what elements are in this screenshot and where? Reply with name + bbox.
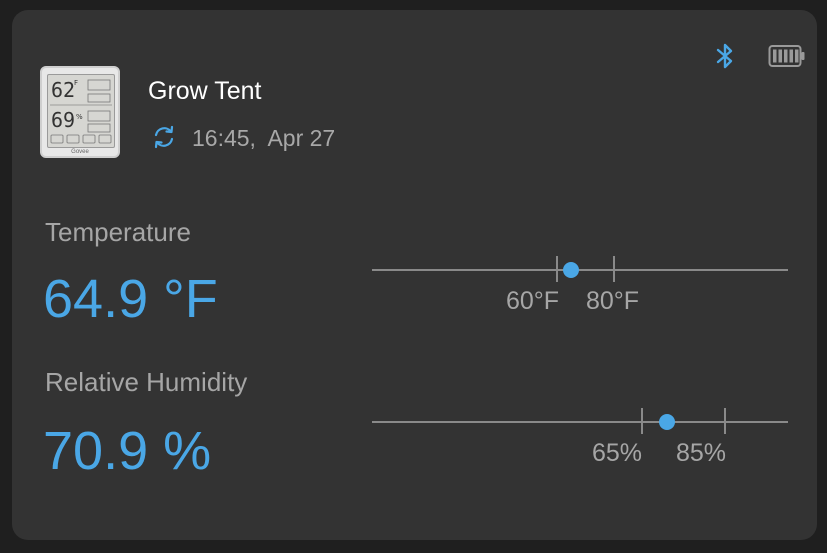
range-low-label: 60°F (506, 287, 560, 315)
temperature-range-bar: 60°F 80°F (372, 256, 788, 315)
device-screen: 62 F 69 % (47, 74, 115, 148)
sync-icon[interactable] (150, 123, 178, 151)
device-image: 62 F 69 % Govee (40, 66, 120, 158)
device-name[interactable]: Grow Tent (148, 77, 261, 106)
current-value-marker (659, 414, 675, 430)
range-track (372, 269, 788, 271)
range-high-label: 80°F (586, 287, 640, 315)
range-low-label: 65% (592, 439, 643, 467)
bluetooth-icon (716, 43, 733, 69)
battery-icon (768, 45, 805, 67)
svg-text:62: 62 (51, 78, 75, 102)
current-value-marker (563, 262, 579, 278)
humidity-range-bar: 65% 85% (372, 408, 788, 467)
svg-text:%: % (76, 113, 83, 121)
sensor-card[interactable]: 62 F 69 % Govee Grow Tent 16:45, Apr 27 (12, 10, 817, 540)
range-high-tick (613, 256, 615, 282)
device-brand: Govee (71, 149, 89, 155)
temperature-value: 64.9 °F (43, 269, 218, 329)
range-low-tick (641, 408, 643, 434)
temperature-label: Temperature (45, 217, 191, 247)
svg-text:69: 69 (51, 108, 75, 132)
humidity-label: Relative Humidity (45, 367, 248, 397)
svg-text:F: F (74, 79, 78, 87)
range-low-tick (556, 256, 558, 282)
last-sync-time: 16:45, Apr 27 (192, 125, 336, 151)
humidity-value: 70.9 % (43, 421, 212, 481)
range-high-label: 85% (676, 439, 727, 467)
range-high-tick (724, 408, 726, 434)
thermo-hygrometer-icon: 62 F 69 % (50, 78, 112, 144)
